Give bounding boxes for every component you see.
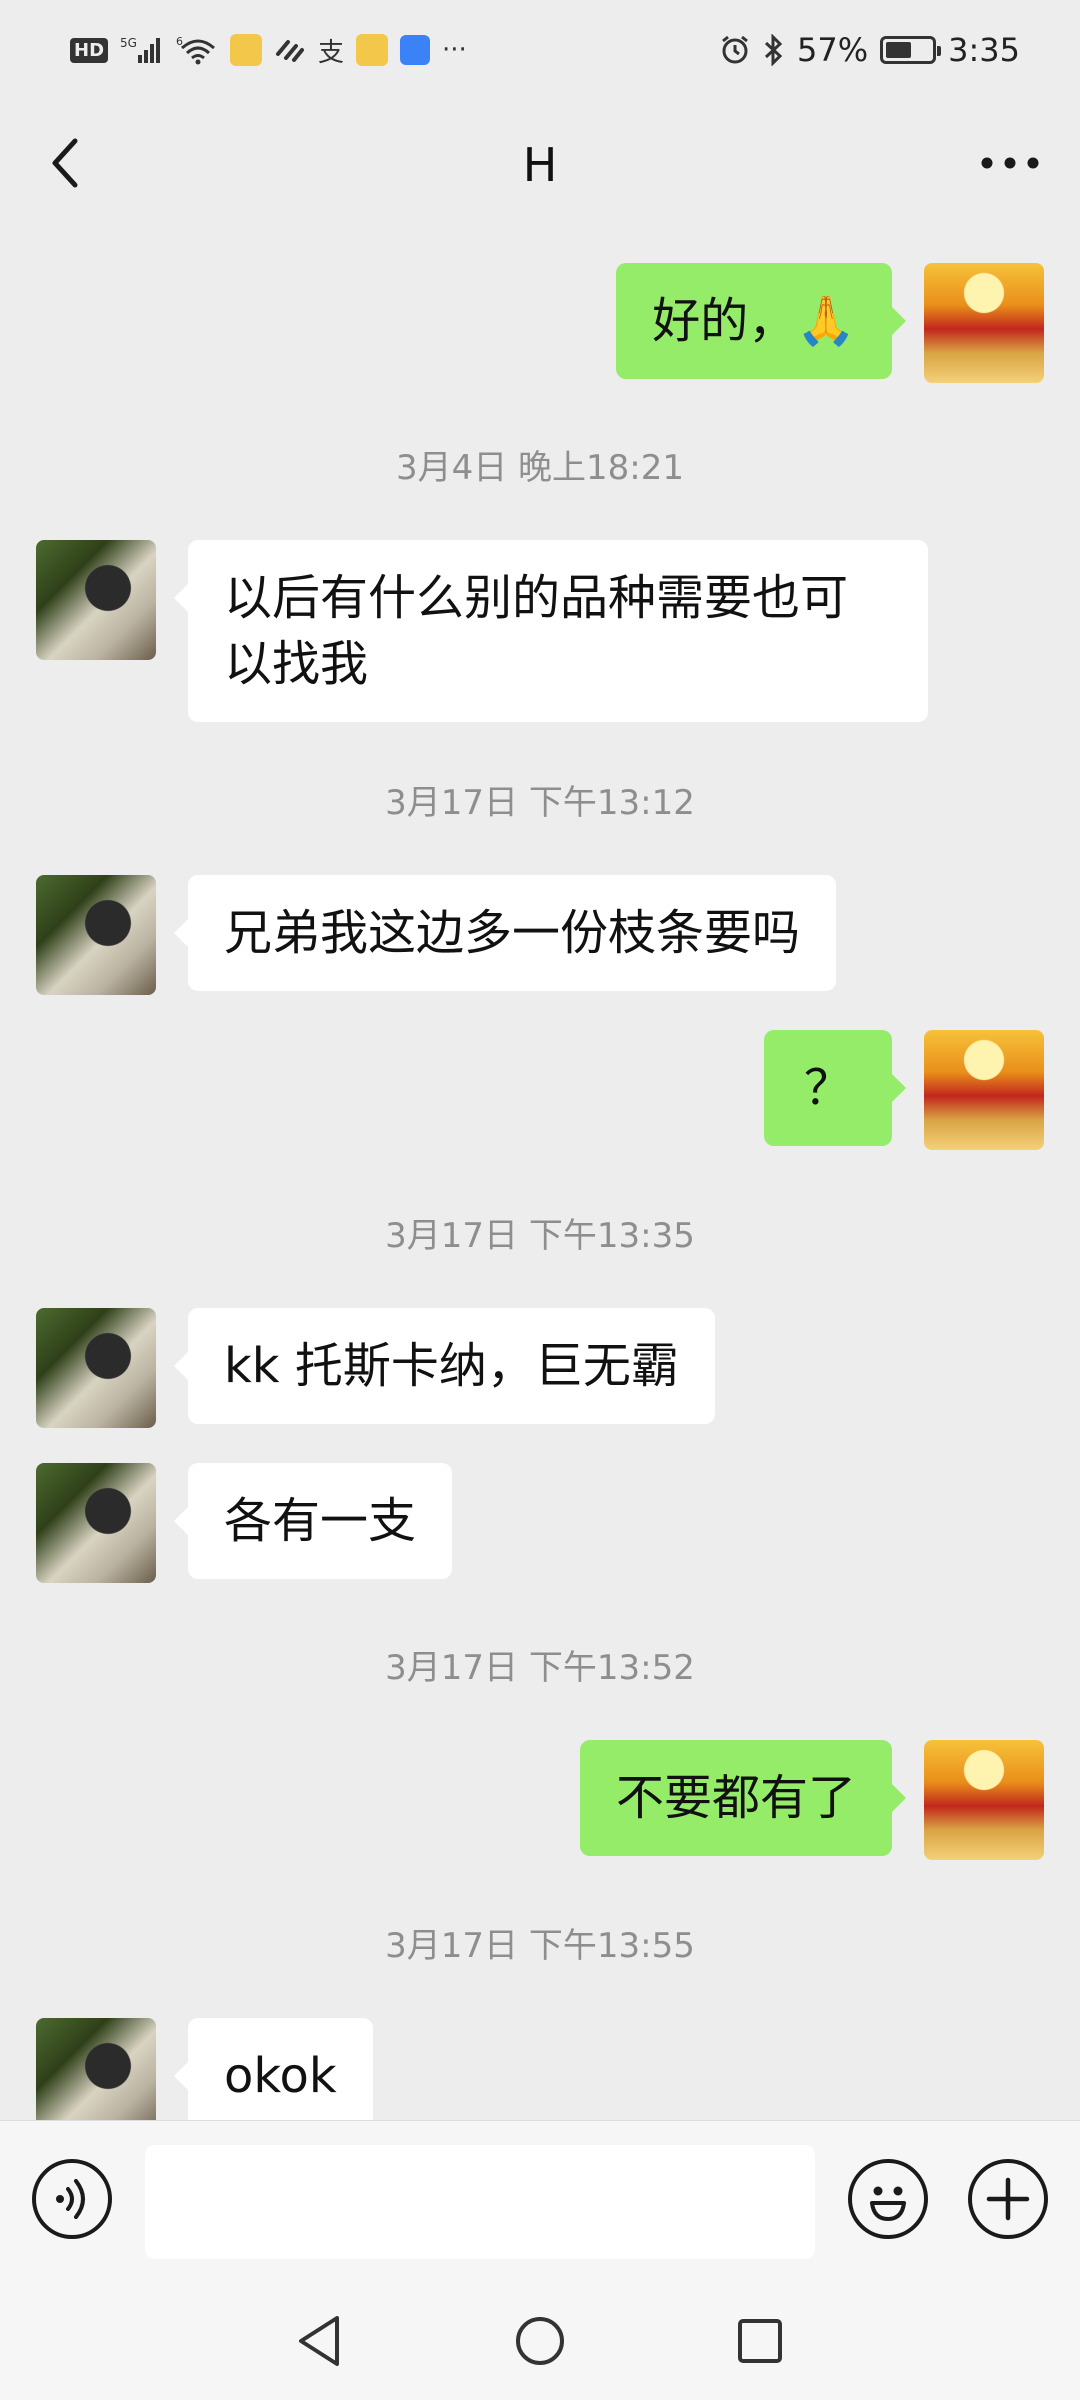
system-navigation-bar [0,2282,1080,2400]
emoji-button[interactable] [848,2159,928,2239]
message-timestamp: 3月17日 下午13:35 [385,1216,695,1256]
chat-header: H [0,100,1080,230]
back-button[interactable] [30,128,100,198]
status-bar: HD 5G 6 支 ··· 57% 3:35 [0,0,1080,100]
message-incoming: kk 托斯卡纳，巨无霸 [36,1308,715,1428]
message-incoming: 兄弟我这边多一份枝条要吗 [36,875,837,995]
nav-home-button[interactable] [505,2306,575,2376]
chat-message-list[interactable]: 好的，🙏 3月4日 晚上18:21 以后有什么别的品种需要也可以找我 3月17日… [0,230,1080,2120]
message-incoming: 以后有什么别的品种需要也可以找我 [36,540,928,722]
clock: 3:35 [948,31,1020,69]
voice-button[interactable] [32,2159,112,2239]
nav-back-button[interactable] [285,2306,355,2376]
contact-avatar[interactable] [36,875,156,995]
battery-icon [880,36,942,64]
my-avatar[interactable] [924,263,1044,383]
voice-icon [56,2179,85,2219]
wifi-icon: 6 [176,34,218,66]
more-button[interactable] [960,128,1060,198]
bluetooth-icon [763,34,785,66]
battery-level [886,42,912,58]
input-bar [0,2120,1080,2282]
message-bubble[interactable]: 各有一支 [173,1463,453,1579]
nav-back-icon [299,2316,339,2366]
contact-avatar[interactable] [36,1308,156,1428]
message-bubble[interactable]: 不要都有了 [579,1740,907,1856]
message-outgoing: 不要都有了 [579,1740,1044,1860]
message-bubble[interactable]: 兄弟我这边多一份枝条要吗 [173,875,837,991]
message-timestamp: 3月17日 下午13:55 [385,1926,695,1966]
svg-text:6: 6 [176,35,183,48]
status-right: 57% 3:35 [719,31,1020,69]
message-incoming: 各有一支 [36,1463,453,1583]
hd-icon: HD [70,37,109,63]
nav-recent-icon [738,2319,782,2363]
cloud-icon [400,35,431,65]
link-icon [274,36,306,64]
message-bubble[interactable]: 以后有什么别的品种需要也可以找我 [174,540,928,722]
signal-5g-icon: 5G [120,35,164,65]
message-bubble[interactable]: ？ [763,1030,907,1146]
app-notification-icon [230,34,263,66]
nav-recent-button[interactable] [725,2306,795,2376]
my-avatar[interactable] [924,1740,1044,1860]
message-timestamp: 3月4日 晚上18:21 [395,448,685,488]
app-notification-icon-2 [356,34,389,66]
message-bubble[interactable]: okok [174,2018,373,2120]
chat-title: H [522,138,558,192]
plus-icon [986,2177,1030,2221]
message-outgoing: ？ [763,1030,1044,1150]
contact-avatar[interactable] [36,540,156,660]
message-incoming: okok [36,2018,373,2120]
more-functions-button[interactable] [968,2159,1048,2239]
message-bubble[interactable]: kk 托斯卡纳，巨无霸 [174,1308,715,1424]
status-left: HD 5G 6 支 ··· [70,32,467,69]
my-avatar[interactable] [924,1030,1044,1150]
emoji-icon [870,2186,906,2221]
more-icon [981,157,1039,169]
contact-avatar[interactable] [36,1463,156,1583]
svg-text:5G: 5G [120,36,137,50]
message-timestamp: 3月17日 下午13:52 [385,1648,695,1688]
message-bubble[interactable]: 好的，🙏 [616,263,906,379]
nav-home-icon [516,2317,564,2365]
back-icon [52,138,78,188]
alarm-icon [719,34,751,66]
message-input[interactable] [145,2145,815,2259]
battery-percent: 57% [797,31,869,69]
alipay-icon: 支 [318,37,345,68]
contact-avatar[interactable] [36,2018,156,2120]
message-outgoing: 好的，🙏 [616,263,1044,383]
message-timestamp: 3月17日 下午13:12 [385,783,695,823]
more-notifications-icon: ··· [442,35,467,65]
